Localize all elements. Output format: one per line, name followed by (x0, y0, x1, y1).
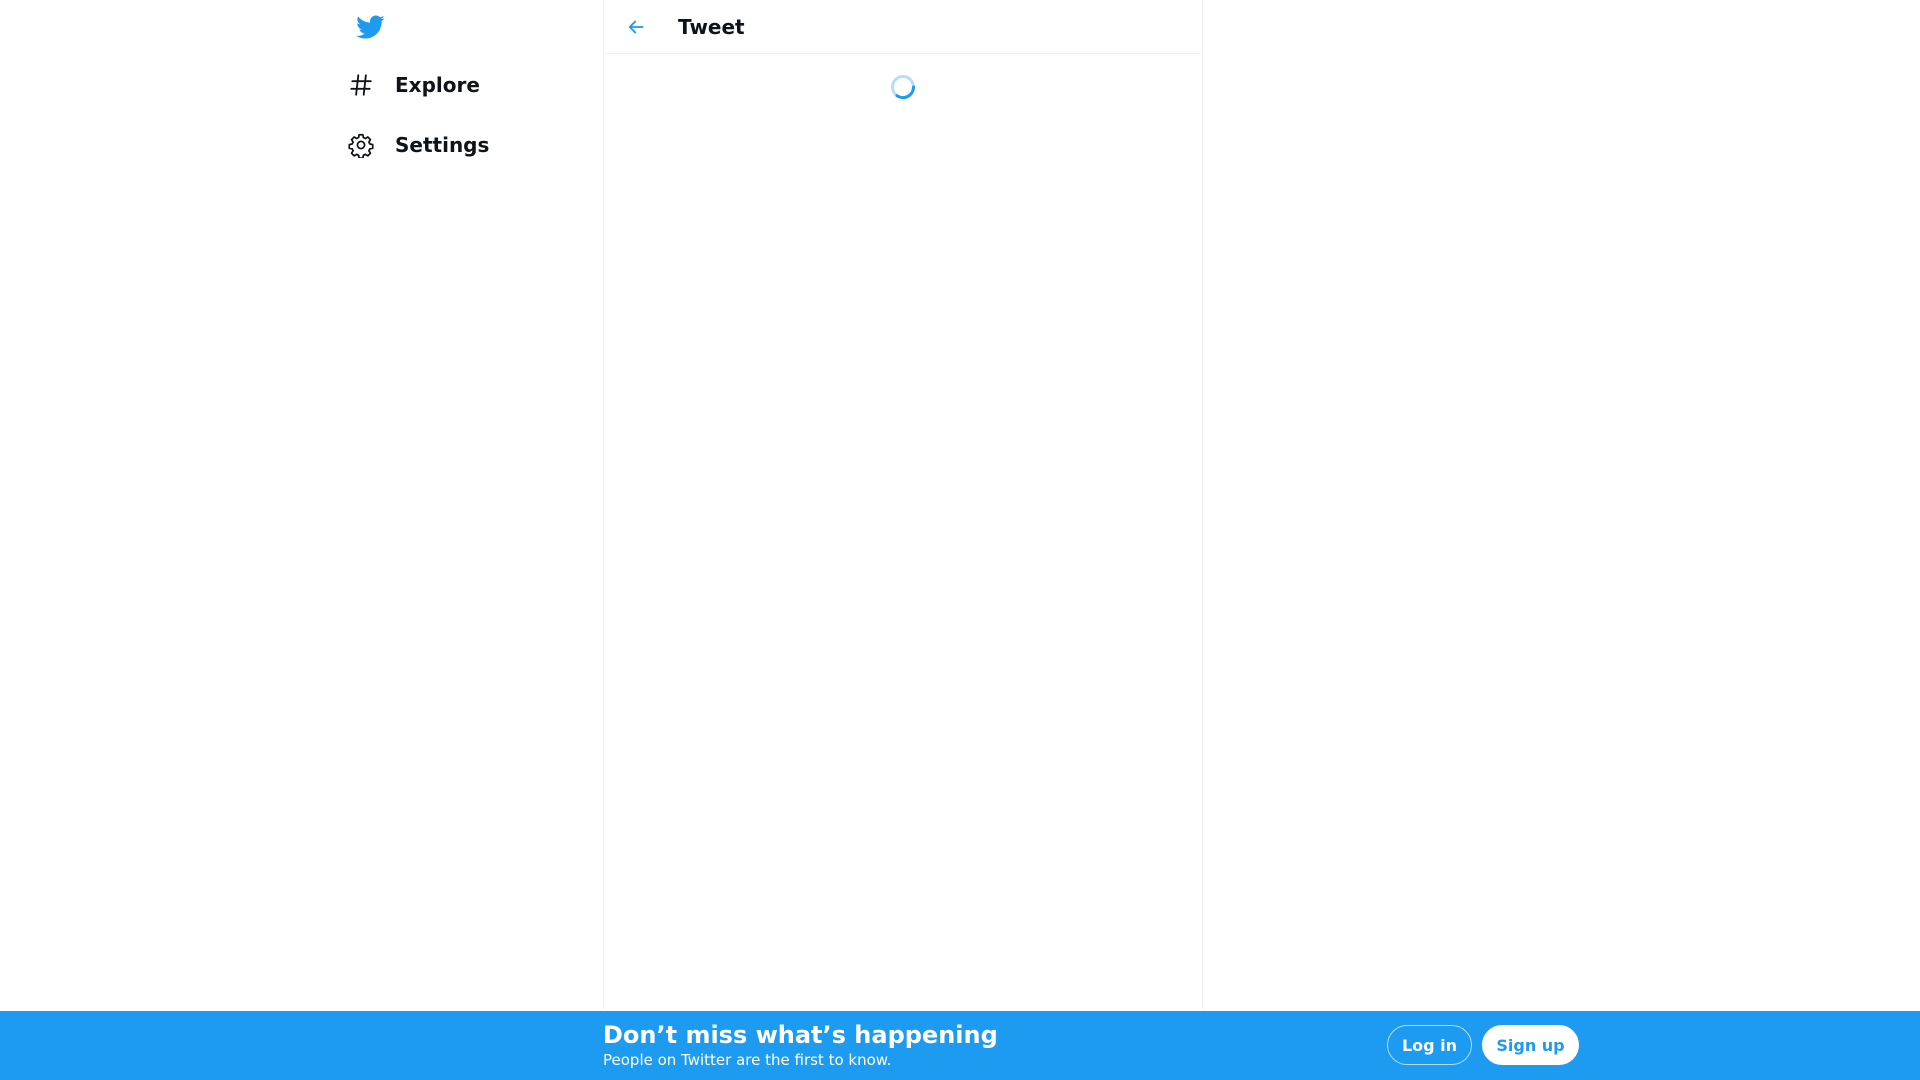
back-arrow-icon (628, 20, 644, 34)
nav-item-label: Explore (395, 73, 480, 97)
banner-title: Don’t miss what’s happening (603, 1021, 998, 1049)
loading-spinner-icon (890, 74, 916, 100)
left-nav: Explore Settings (335, 0, 603, 1010)
nav-item-label: Settings (395, 133, 490, 157)
banner-subtitle: People on Twitter are the first to know. (603, 1051, 892, 1069)
twitter-logo-link[interactable] (348, 8, 392, 46)
bottom-signup-banner: Don’t miss what’s happening People on Tw… (0, 1011, 1920, 1080)
signup-button[interactable]: Sign up (1482, 1025, 1579, 1065)
main-header: Tweet (604, 0, 1202, 54)
banner-text: Don’t miss what’s happening People on Tw… (603, 1020, 998, 1070)
login-button[interactable]: Log in (1387, 1025, 1472, 1065)
nav-item-explore[interactable]: Explore (335, 61, 496, 109)
back-button[interactable] (618, 9, 654, 45)
page-title: Tweet (678, 15, 745, 39)
nav-item-settings[interactable]: Settings (335, 121, 505, 169)
main-column: Tweet (603, 0, 1203, 1010)
hashtag-icon (347, 71, 375, 99)
gear-icon (347, 131, 375, 159)
twitter-bird-icon (356, 15, 385, 39)
page: Explore Settings Tweet Don’t miss what’s… (0, 0, 1920, 1080)
